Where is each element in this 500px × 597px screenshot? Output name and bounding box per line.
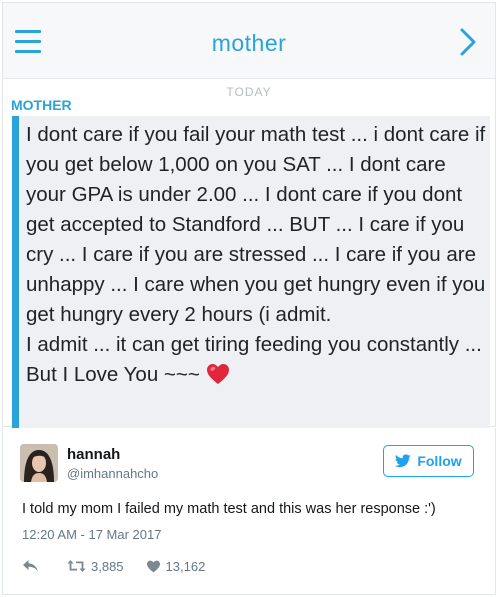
follow-button[interactable]: Follow (383, 445, 474, 477)
tweet-card: hannah @imhannahcho Follow I told my mom… (2, 428, 496, 595)
message-paragraph-text: I admit ... it can get tiring feeding yo… (26, 333, 482, 386)
like-count: 13,162 (165, 558, 206, 574)
day-separator: TODAY (226, 85, 272, 99)
message-body: I dont care if you fail your math test .… (26, 120, 488, 390)
display-name[interactable]: hannah (67, 446, 120, 463)
red-heart-emoji (206, 364, 229, 384)
heart-icon (146, 560, 160, 572)
avatar[interactable] (20, 444, 58, 482)
message-screenshot: mother TODAY MOTHER I dont care if you f… (2, 2, 496, 428)
avatar-image (20, 444, 58, 482)
message-paragraph: I admit ... it can get tiring feeding yo… (26, 330, 488, 390)
tweet-text: I told my mom I failed my math test and … (22, 501, 436, 517)
twitter-bird-icon (395, 454, 412, 468)
retweet-button[interactable]: 3,885 (67, 559, 124, 574)
sender-name: MOTHER (11, 97, 72, 113)
message-accent-bar (12, 116, 19, 428)
chat-title: mother (211, 30, 287, 56)
tweet-timestamp[interactable]: 12:20 AM - 17 Mar 2017 (22, 527, 161, 542)
message-paragraph: I dont care if you fail your math test .… (26, 123, 486, 326)
reply-icon (23, 560, 38, 572)
message-bubble: I dont care if you fail your math test .… (12, 116, 490, 428)
like-button[interactable]: 13,162 (146, 558, 206, 574)
retweet-count: 3,885 (91, 558, 124, 574)
reply-button[interactable] (22, 559, 39, 573)
retweet-icon (67, 560, 86, 572)
follow-label: Follow (417, 453, 462, 469)
user-handle[interactable]: @imhannahcho (67, 466, 158, 481)
tweet-actions: 3,885 13,162 (22, 556, 205, 576)
chat-header: mother (3, 3, 495, 79)
chevron-right-icon[interactable] (457, 27, 479, 57)
